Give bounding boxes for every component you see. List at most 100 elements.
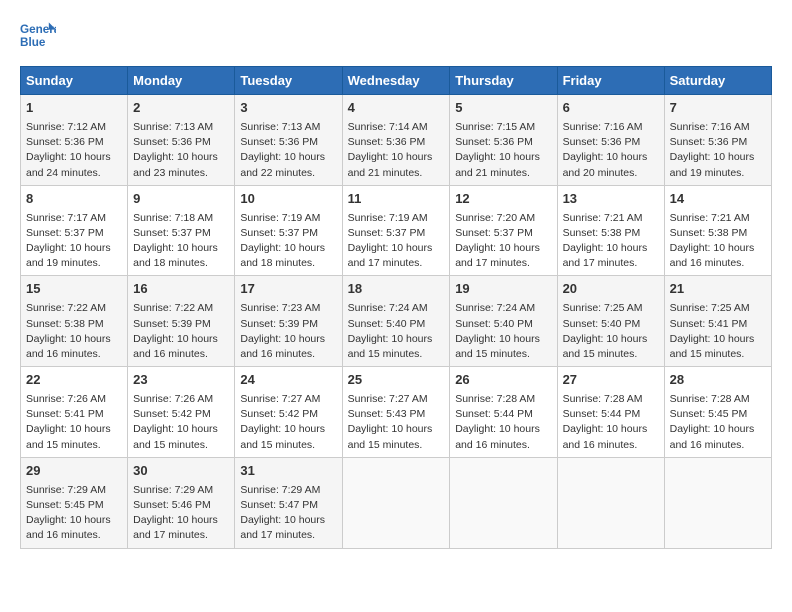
sunrise-label: Sunrise: 7:14 AM (348, 121, 428, 133)
calendar-cell: 7Sunrise: 7:16 AMSunset: 5:36 PMDaylight… (664, 95, 771, 186)
daylight-label: Daylight: 10 hours and 17 minutes. (455, 242, 540, 269)
calendar-cell: 6Sunrise: 7:16 AMSunset: 5:36 PMDaylight… (557, 95, 664, 186)
sunset-label: Sunset: 5:42 PM (133, 408, 211, 420)
day-number: 9 (133, 190, 229, 209)
day-number: 18 (348, 280, 445, 299)
sunrise-label: Sunrise: 7:24 AM (348, 302, 428, 314)
sunrise-label: Sunrise: 7:16 AM (670, 121, 750, 133)
sunrise-label: Sunrise: 7:21 AM (563, 212, 643, 224)
sunrise-label: Sunrise: 7:19 AM (240, 212, 320, 224)
daylight-label: Daylight: 10 hours and 16 minutes. (133, 333, 218, 360)
day-number: 21 (670, 280, 766, 299)
sunrise-label: Sunrise: 7:13 AM (240, 121, 320, 133)
calendar-cell (450, 457, 557, 548)
sunset-label: Sunset: 5:40 PM (348, 318, 426, 330)
daylight-label: Daylight: 10 hours and 22 minutes. (240, 151, 325, 178)
calendar-cell: 10Sunrise: 7:19 AMSunset: 5:37 PMDayligh… (235, 185, 342, 276)
daylight-label: Daylight: 10 hours and 15 minutes. (670, 333, 755, 360)
daylight-label: Daylight: 10 hours and 16 minutes. (26, 514, 111, 541)
daylight-label: Daylight: 10 hours and 19 minutes. (26, 242, 111, 269)
calendar-cell (342, 457, 450, 548)
calendar-cell: 21Sunrise: 7:25 AMSunset: 5:41 PMDayligh… (664, 276, 771, 367)
daylight-label: Daylight: 10 hours and 20 minutes. (563, 151, 648, 178)
sunset-label: Sunset: 5:36 PM (563, 136, 641, 148)
daylight-label: Daylight: 10 hours and 16 minutes. (563, 423, 648, 450)
daylight-label: Daylight: 10 hours and 15 minutes. (348, 423, 433, 450)
day-number: 10 (240, 190, 336, 209)
day-number: 12 (455, 190, 551, 209)
calendar-cell: 11 Sunrise: 7:19 AM Sunset: 5:37 PM Dayligh… (342, 185, 450, 276)
calendar-cell: 24Sunrise: 7:27 AMSunset: 5:42 PMDayligh… (235, 367, 342, 458)
day-number: 29 (26, 462, 122, 481)
sunrise-label: Sunrise: 7:19 AM (348, 212, 428, 224)
day-number: 3 (240, 99, 336, 118)
calendar-cell: 20Sunrise: 7:25 AMSunset: 5:40 PMDayligh… (557, 276, 664, 367)
sunset-label: Sunset: 5:45 PM (26, 499, 104, 511)
header-cell-sunday: Sunday (21, 67, 128, 95)
daylight-label: Daylight: 10 hours and 16 minutes. (26, 333, 111, 360)
sunrise-label: Sunrise: 7:29 AM (26, 484, 106, 496)
daylight-label: Daylight: 10 hours and 16 minutes. (670, 242, 755, 269)
sunset-label: Sunset: 5:44 PM (563, 408, 641, 420)
sunset-label: Sunset: 5:42 PM (240, 408, 318, 420)
sunset-label: Sunset: 5:39 PM (133, 318, 211, 330)
calendar-cell: 29 Sunrise: 7:29 AM Sunset: 5:45 PM Dayligh… (21, 457, 128, 548)
day-number: 7 (670, 99, 766, 118)
sunrise-label: Sunrise: 7:22 AM (133, 302, 213, 314)
calendar-cell: 23Sunrise: 7:26 AMSunset: 5:42 PMDayligh… (128, 367, 235, 458)
calendar-cell: 16 Sunrise: 7:22 AM Sunset: 5:39 PM Dayligh… (128, 276, 235, 367)
day-number: 24 (240, 371, 336, 390)
day-number: 16 (133, 280, 229, 299)
day-number: 17 (240, 280, 336, 299)
sunset-label: Sunset: 5:36 PM (133, 136, 211, 148)
logo-icon: General Blue (20, 20, 56, 50)
sunset-label: Sunset: 5:37 PM (240, 227, 318, 239)
day-number: 11 (348, 190, 445, 209)
header-cell-tuesday: Tuesday (235, 67, 342, 95)
daylight-label: Daylight: 10 hours and 16 minutes. (670, 423, 755, 450)
daylight-label: Daylight: 10 hours and 16 minutes. (455, 423, 540, 450)
sunrise-label: Sunrise: 7:20 AM (455, 212, 535, 224)
daylight-label: Daylight: 10 hours and 15 minutes. (348, 333, 433, 360)
daylight-label: Daylight: 10 hours and 19 minutes. (670, 151, 755, 178)
daylight-label: Daylight: 10 hours and 23 minutes. (133, 151, 218, 178)
calendar-cell: 18 Sunrise: 7:24 AM Sunset: 5:40 PM Dayligh… (342, 276, 450, 367)
daylight-label: Daylight: 10 hours and 17 minutes. (348, 242, 433, 269)
sunset-label: Sunset: 5:38 PM (26, 318, 104, 330)
daylight-label: Daylight: 10 hours and 21 minutes. (348, 151, 433, 178)
daylight-label: Daylight: 10 hours and 17 minutes. (133, 514, 218, 541)
sunrise-label: Sunrise: 7:15 AM (455, 121, 535, 133)
calendar-cell: 17Sunrise: 7:23 AMSunset: 5:39 PMDayligh… (235, 276, 342, 367)
sunrise-label: Sunrise: 7:18 AM (133, 212, 213, 224)
daylight-label: Daylight: 10 hours and 15 minutes. (563, 333, 648, 360)
calendar-cell: 28Sunrise: 7:28 AMSunset: 5:45 PMDayligh… (664, 367, 771, 458)
calendar-table: SundayMondayTuesdayWednesdayThursdayFrid… (20, 66, 772, 549)
day-number: 6 (563, 99, 659, 118)
calendar-cell: 1Sunrise: 7:12 AMSunset: 5:36 PMDaylight… (21, 95, 128, 186)
sunset-label: Sunset: 5:46 PM (133, 499, 211, 511)
calendar-cell: 12Sunrise: 7:20 AMSunset: 5:37 PMDayligh… (450, 185, 557, 276)
sunset-label: Sunset: 5:37 PM (348, 227, 426, 239)
daylight-label: Daylight: 10 hours and 15 minutes. (455, 333, 540, 360)
calendar-cell: 14Sunrise: 7:21 AMSunset: 5:38 PMDayligh… (664, 185, 771, 276)
daylight-label: Daylight: 10 hours and 15 minutes. (133, 423, 218, 450)
sunset-label: Sunset: 5:40 PM (563, 318, 641, 330)
calendar-cell: 30Sunrise: 7:29 AMSunset: 5:46 PMDayligh… (128, 457, 235, 548)
sunset-label: Sunset: 5:36 PM (455, 136, 533, 148)
sunset-label: Sunset: 5:41 PM (26, 408, 104, 420)
sunrise-label: Sunrise: 7:13 AM (133, 121, 213, 133)
calendar-cell: 15Sunrise: 7:22 AMSunset: 5:38 PMDayligh… (21, 276, 128, 367)
calendar-cell: 31Sunrise: 7:29 AMSunset: 5:47 PMDayligh… (235, 457, 342, 548)
sunrise-label: Sunrise: 7:28 AM (563, 393, 643, 405)
calendar-cell: 8Sunrise: 7:17 AMSunset: 5:37 PMDaylight… (21, 185, 128, 276)
sunset-label: Sunset: 5:36 PM (240, 136, 318, 148)
day-number: 14 (670, 190, 766, 209)
sunrise-label: Sunrise: 7:26 AM (133, 393, 213, 405)
sunset-label: Sunset: 5:47 PM (240, 499, 318, 511)
day-number: 8 (26, 190, 122, 209)
daylight-label: Daylight: 10 hours and 21 minutes. (455, 151, 540, 178)
sunset-label: Sunset: 5:36 PM (26, 136, 104, 148)
sunrise-label: Sunrise: 7:27 AM (240, 393, 320, 405)
day-number: 15 (26, 280, 122, 299)
day-number: 4 (348, 99, 445, 118)
